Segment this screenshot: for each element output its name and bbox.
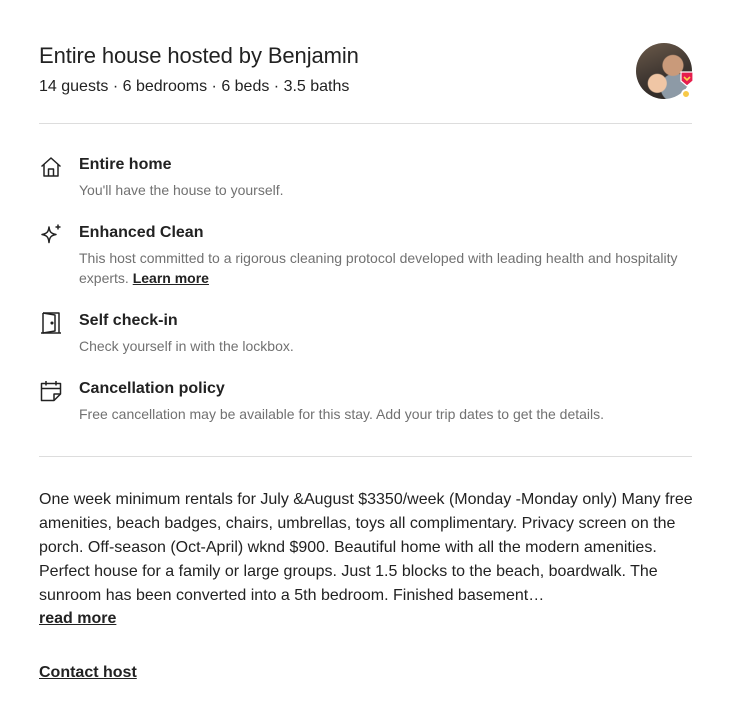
feature-description: Check yourself in with the lockbox. [79, 338, 294, 354]
sparkle-icon [39, 223, 63, 247]
feature-title: Cancellation policy [79, 380, 225, 397]
read-more-link[interactable]: read more [39, 610, 116, 628]
listing-description: One week minimum rentals for July &Augus… [39, 491, 693, 604]
listing-summary: 14 guests · 6 bedrooms · 6 beds · 3.5 ba… [39, 78, 350, 95]
feature-description: This host committed to a rigorous cleani… [79, 248, 692, 288]
divider [39, 456, 692, 457]
contact-host-link[interactable]: Contact host [39, 664, 137, 682]
feature-title: Entire home [79, 156, 172, 173]
learn-more-link[interactable]: Learn more [133, 270, 209, 286]
house-icon [39, 155, 63, 179]
feature-description: Free cancellation may be available for t… [79, 406, 605, 422]
divider [39, 123, 692, 124]
calendar-icon [39, 379, 63, 403]
feature-title: Self check-in [79, 312, 178, 329]
online-status-dot [681, 89, 691, 99]
superhost-badge-icon [680, 71, 694, 87]
listing-title: Entire house hosted by Benjamin [39, 43, 359, 68]
feature-description: You'll have the house to yourself. [79, 182, 284, 198]
door-icon [39, 311, 63, 335]
listing-header: Entire house hosted by Benjamin 14 guest… [39, 42, 639, 98]
feature-title: Enhanced Clean [79, 224, 204, 241]
host-avatar[interactable] [636, 43, 694, 99]
